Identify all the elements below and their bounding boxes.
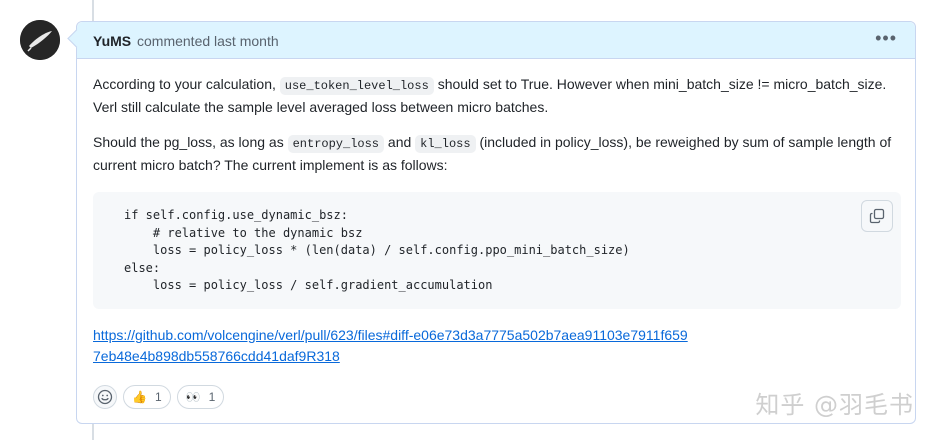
reaction-thumbs-up[interactable]: 👍 1 (123, 385, 171, 409)
paragraph-2-text-b: and (387, 134, 412, 150)
copy-button[interactable] (861, 200, 893, 232)
kebab-horizontal-icon[interactable]: ••• (875, 28, 897, 49)
diff-link[interactable]: https://github.com/volcengine/verl/pull/… (93, 325, 693, 367)
watermark: 知乎 @羽毛书 (755, 391, 914, 419)
thumbs-up-icon: 👍 (132, 390, 147, 404)
inline-code-use-token-level-loss: use_token_level_loss (279, 77, 434, 95)
comment-meta[interactable]: commented last month (137, 33, 279, 49)
paragraph-2-text-a: Should the pg_loss, as long as (93, 134, 284, 150)
copy-icon (869, 208, 885, 224)
avatar[interactable] (20, 20, 60, 60)
inline-code-entropy-loss: entropy_loss (287, 135, 385, 153)
reaction-count: 1 (154, 390, 162, 404)
reaction-eyes[interactable]: 👀 1 (176, 385, 225, 409)
reaction-count: 1 (208, 390, 216, 404)
code-content[interactable]: if self.config.use_dynamic_bsz: # relati… (124, 207, 630, 295)
comment-author[interactable]: YuMS (93, 33, 131, 49)
paragraph-1-text-a: According to your calculation, (93, 76, 276, 92)
paragraph-1: According to your calculation, use_token… (93, 74, 901, 118)
smiley-icon (97, 389, 113, 405)
add-reaction-button[interactable] (93, 385, 117, 409)
reactions-bar: 👍 1 👀 1 (93, 385, 225, 409)
comment-header: YuMS commented last month ••• (77, 22, 915, 59)
code-block: if self.config.use_dynamic_bsz: # relati… (93, 192, 901, 309)
avatar-image (20, 20, 60, 60)
inline-code-kl-loss: kl_loss (415, 135, 476, 153)
comment-card: YuMS commented last month ••• According … (76, 21, 916, 424)
eyes-icon: 👀 (185, 390, 201, 404)
paragraph-2: Should the pg_loss, as long as entropy_l… (93, 132, 901, 176)
